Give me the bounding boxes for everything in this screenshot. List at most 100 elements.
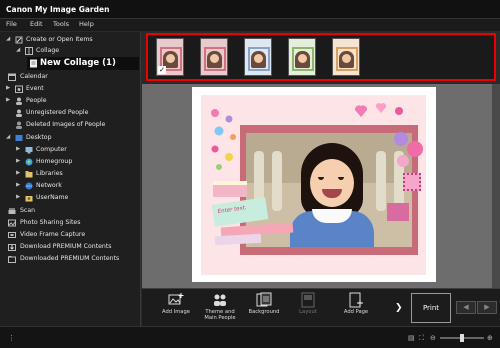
expand-right-icon[interactable]: ▶ — [16, 158, 20, 164]
sidebar-item-homegroup[interactable]: ▶ Homegroup — [16, 157, 136, 168]
network-icon — [25, 182, 33, 190]
zoom-slider-handle[interactable] — [460, 334, 464, 342]
people-icon — [16, 97, 22, 105]
sidebar-item-label: Calendar — [20, 73, 48, 80]
sidebar-item-photo-sharing[interactable]: Photo Sharing Sites — [6, 218, 136, 229]
expand-down-icon[interactable]: ◢ — [16, 47, 20, 53]
sidebar-item-new-collage[interactable]: New Collage (1) — [27, 57, 139, 70]
view-mode-icon[interactable]: ▤ — [408, 334, 415, 342]
add-page-button[interactable]: Add Page — [334, 292, 378, 326]
homegroup-icon — [25, 158, 33, 166]
sidebar-item-collage[interactable]: ◢ Collage — [16, 46, 136, 57]
theme-main-people-button[interactable]: Theme and Main People — [198, 292, 242, 326]
sidebar-item-computer[interactable]: ▶ Computer — [16, 145, 136, 156]
info-icon[interactable]: ⋮ — [8, 334, 15, 342]
cake-decoration-icon — [213, 181, 247, 197]
desktop-icon — [15, 135, 23, 141]
sidebar-item-label: Homegroup — [36, 158, 73, 165]
bottom-toolbar: Add Image Theme and Main People Backgrou… — [142, 288, 500, 326]
expand-right-icon[interactable]: ▶ — [16, 146, 20, 152]
expand-right-icon[interactable]: ▶ — [16, 170, 20, 176]
user-folder-icon — [25, 196, 33, 202]
sidebar: ◢ Create or Open Items ◢ Collage New Col… — [0, 32, 141, 326]
download-icon — [8, 244, 16, 251]
expand-down-icon[interactable]: ◢ — [6, 36, 10, 42]
sidebar-item-label: Libraries — [36, 170, 63, 177]
title-bar: Canon My Image Garden — [0, 0, 500, 19]
menu-file[interactable]: File — [6, 20, 17, 28]
image-thumbnail[interactable] — [200, 38, 228, 76]
sidebar-item-calendar[interactable]: Calendar — [6, 72, 136, 83]
sidebar-item-create-or-open[interactable]: ◢ Create or Open Items — [6, 35, 136, 46]
sidebar-item-downloaded-premium[interactable]: Downloaded PREMIUM Contents — [6, 254, 136, 265]
background-button[interactable]: Background — [242, 292, 286, 326]
libraries-icon — [25, 171, 33, 178]
add-image-icon — [168, 293, 184, 305]
next-page-button[interactable]: ▶ — [477, 301, 497, 314]
more-tools-arrow-icon[interactable]: ❯ — [395, 303, 403, 313]
sidebar-item-label: People — [26, 97, 47, 104]
sidebar-item-scan[interactable]: Scan — [6, 206, 136, 217]
sidebar-item-download-premium[interactable]: Download PREMIUM Contents — [6, 242, 136, 253]
sidebar-item-username[interactable]: ▶ UserName — [16, 193, 136, 204]
check-icon[interactable]: ✓ — [158, 66, 166, 74]
status-bar: ⋮ ▤ ⛶ ⊖ ⊕ — [0, 326, 500, 348]
sidebar-item-label: Video Frame Capture — [20, 231, 86, 238]
image-thumbnail[interactable]: ✓ — [156, 38, 184, 76]
image-thumbnail[interactable] — [288, 38, 316, 76]
pencil-icon — [15, 36, 23, 44]
expand-right-icon[interactable]: ▶ — [16, 194, 20, 200]
event-icon — [15, 85, 23, 93]
window-title: Canon My Image Garden — [6, 5, 110, 14]
image-thumbnail[interactable] — [244, 38, 272, 76]
sidebar-item-deleted-images[interactable]: Deleted Images of People — [6, 120, 136, 131]
thumbnail-area: ✓ — [142, 32, 500, 84]
sidebar-item-label: Scan — [20, 207, 36, 214]
unregistered-person-icon — [16, 109, 22, 117]
sidebar-item-network[interactable]: ▶ Network — [16, 181, 136, 192]
flower-decoration-icon — [211, 109, 236, 170]
layout-icon — [301, 292, 315, 308]
sidebar-item-people[interactable]: ▶ People — [6, 96, 136, 107]
folder-icon — [8, 256, 16, 263]
image-thumbnail-strip: ✓ — [146, 33, 496, 81]
sidebar-item-label: Network — [36, 182, 62, 189]
sidebar-item-label: Collage — [36, 47, 60, 54]
expand-right-icon[interactable]: ▶ — [16, 182, 20, 188]
add-page-icon — [349, 292, 363, 308]
menu-help[interactable]: Help — [79, 20, 94, 28]
menu-tools[interactable]: Tools — [53, 20, 69, 28]
video-frame-icon — [8, 232, 16, 238]
image-thumbnail[interactable] — [332, 38, 360, 76]
sidebar-item-unregistered-people[interactable]: Unregistered People — [6, 108, 136, 119]
sidebar-item-video-frame[interactable]: Video Frame Capture — [6, 230, 136, 241]
photo-sharing-icon — [8, 219, 16, 227]
layout-button[interactable]: Layout — [286, 292, 330, 326]
vertical-scrollbar[interactable] — [492, 84, 500, 288]
sidebar-item-label: UserName — [36, 194, 69, 201]
fit-page-icon[interactable]: ⛶ — [419, 334, 424, 343]
sidebar-item-desktop[interactable]: ◢ Desktop — [6, 133, 136, 144]
collage-card: Enter text. — [201, 95, 426, 275]
previous-page-button[interactable]: ◀ — [456, 301, 476, 314]
expand-down-icon[interactable]: ◢ — [6, 134, 10, 140]
sidebar-item-label: Photo Sharing Sites — [20, 219, 81, 226]
background-icon — [256, 292, 272, 307]
sidebar-item-label: Desktop — [26, 134, 52, 141]
sidebar-item-libraries[interactable]: ▶ Libraries — [16, 169, 136, 180]
sidebar-item-event[interactable]: ▶ Event — [6, 84, 136, 95]
sidebar-item-label: Event — [26, 85, 44, 92]
balloons-decoration-icon — [394, 132, 423, 167]
print-button[interactable]: Print — [411, 293, 451, 323]
zoom-out-icon[interactable]: ⊖ — [430, 334, 436, 342]
expand-right-icon[interactable]: ▶ — [6, 85, 10, 91]
calendar-icon — [8, 73, 16, 81]
theme-people-icon — [214, 294, 226, 306]
collage-page[interactable]: Enter text. — [192, 87, 436, 282]
add-image-button[interactable]: Add Image — [154, 292, 198, 326]
sidebar-item-label: Create or Open Items — [26, 36, 93, 43]
expand-right-icon[interactable]: ▶ — [6, 97, 10, 103]
hearts-decoration-icon — [354, 103, 403, 117]
menu-edit[interactable]: Edit — [30, 20, 43, 28]
zoom-in-icon[interactable]: ⊕ — [487, 334, 493, 342]
